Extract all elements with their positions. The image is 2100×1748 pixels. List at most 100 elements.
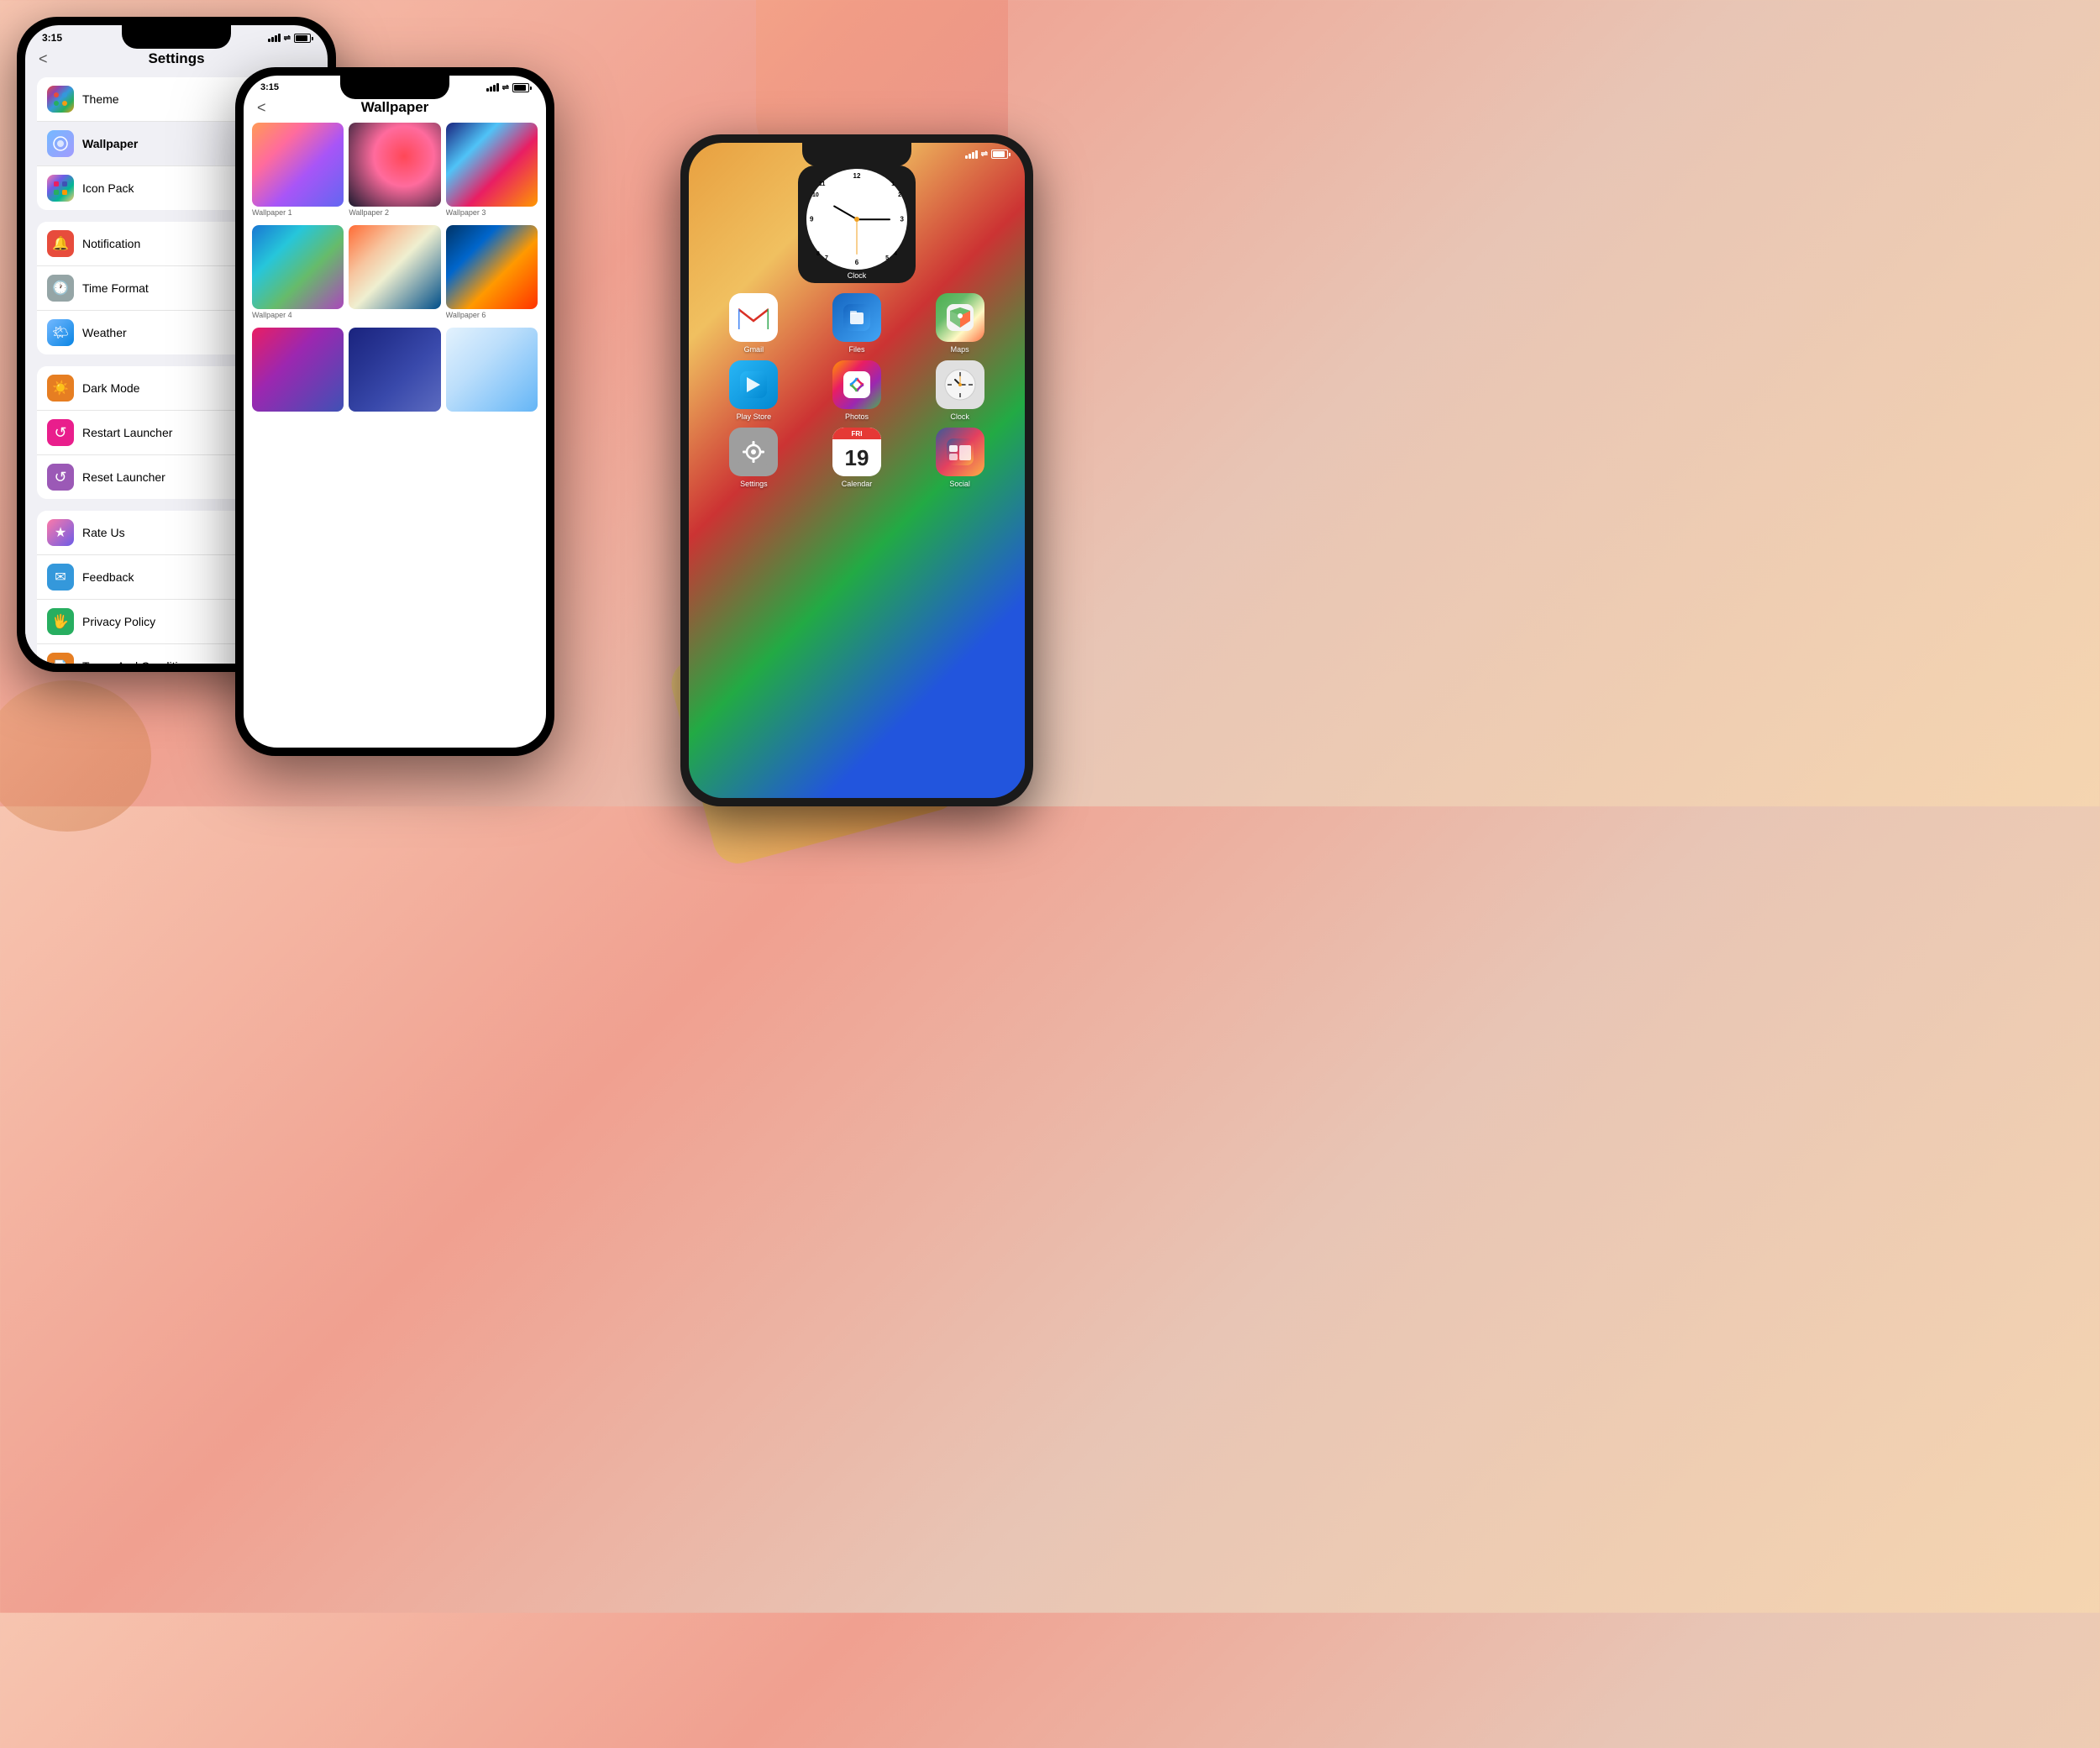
playstore-icon	[729, 360, 778, 409]
social-icon	[936, 428, 984, 476]
signal-home	[965, 150, 978, 159]
app-gmail[interactable]: Gmail	[724, 293, 783, 354]
calendar-icon: FRI 19	[832, 428, 881, 476]
app-social[interactable]: Social	[931, 428, 990, 488]
wallpaper-item-6[interactable]: Wallpaper 6	[446, 225, 538, 323]
wallpaper-thumb-7	[252, 328, 344, 412]
app-playstore[interactable]: Play Store	[724, 360, 783, 421]
battery-fill-wallpaper	[514, 85, 526, 91]
feedback-label: Feedback	[82, 570, 134, 584]
clock-num-7: 7	[825, 255, 828, 261]
terms-icon: 📄	[47, 653, 74, 664]
iconpack-label: Icon Pack	[82, 181, 134, 195]
phone-wallpaper: 3:15 ⇌ < Wallpaper Wallpaper 1	[235, 67, 554, 756]
wallpaper-label-9	[446, 412, 538, 417]
signal-bar-w3	[493, 85, 496, 92]
app-calendar[interactable]: FRI 19 Calendar	[827, 428, 886, 488]
wallpaper-item-7[interactable]	[252, 328, 344, 417]
clock-app-svg	[943, 368, 977, 402]
maps-svg	[947, 304, 974, 331]
clock-widget: 12 3 6 9 1 11 2 4 5 7 8 10	[798, 165, 916, 283]
feedback-icon: ✉	[47, 564, 74, 591]
signal-bar-w1	[486, 88, 489, 92]
clock-num-10: 10	[812, 192, 819, 198]
playstore-label: Play Store	[737, 412, 772, 421]
app-settings[interactable]: Settings	[724, 428, 783, 488]
calendar-inner: FRI 19	[832, 428, 881, 476]
wallpaper-label-1: Wallpaper 1	[252, 207, 344, 220]
wallpaper-item-4[interactable]: Wallpaper 4	[252, 225, 344, 323]
wallpaper-back-arrow[interactable]: <	[257, 99, 266, 117]
clock-num-1: 1	[891, 181, 895, 187]
wallpaper-grid: Wallpaper 1 Wallpaper 2 Wallpaper 3 Wall…	[244, 123, 546, 417]
timeformat-label: Time Format	[82, 281, 149, 295]
app-maps[interactable]: Maps	[931, 293, 990, 354]
wallpaper-item-9[interactable]	[446, 328, 538, 417]
battery-fill-home	[993, 151, 1005, 157]
battery-settings	[294, 34, 311, 43]
signal-bar-w2	[490, 87, 492, 92]
weather-icon: 🌤	[47, 319, 74, 346]
wallpaper-thumb-6	[446, 225, 538, 309]
settings-app-svg	[738, 437, 769, 467]
battery-fill-settings	[296, 35, 307, 41]
wallpaper-item-2[interactable]: Wallpaper 2	[349, 123, 440, 220]
battery-home	[991, 150, 1008, 159]
wallpaper-screen: 3:15 ⇌ < Wallpaper Wallpaper 1	[244, 76, 546, 748]
wallpaper-label-3: Wallpaper 3	[446, 207, 538, 220]
photos-svg	[843, 371, 870, 398]
notch-settings	[122, 25, 231, 49]
clock-num-5: 5	[885, 255, 889, 261]
feedback-icon-symbol: ✉	[55, 569, 66, 585]
wallpaper-label: Wallpaper	[82, 137, 138, 150]
wallpaper-item-8[interactable]	[349, 328, 440, 417]
status-icons-settings: ⇌	[268, 34, 311, 43]
wallpaper-label-8	[349, 412, 440, 417]
clock-min-hand	[857, 218, 890, 220]
calendar-month: FRI	[852, 430, 863, 438]
theme-label: Theme	[82, 92, 119, 106]
wallpaper-label-4: Wallpaper 4	[252, 309, 344, 323]
social-label: Social	[949, 480, 970, 488]
signal-bar-h3	[972, 152, 974, 159]
wallpaper-label-7	[252, 412, 344, 417]
darkmode-icon-symbol: ☀️	[52, 380, 69, 396]
timeformat-icon: 🕐	[47, 275, 74, 302]
weather-icon-symbol: 🌤	[52, 324, 69, 341]
wallpaper-thumb-3	[446, 123, 538, 207]
wallpaper-item-3[interactable]: Wallpaper 3	[446, 123, 538, 220]
app-photos[interactable]: Photos	[827, 360, 886, 421]
notch-home	[802, 143, 911, 166]
wallpaper-item-1[interactable]: Wallpaper 1	[252, 123, 344, 220]
signal-bar-2	[271, 37, 274, 42]
timeformat-icon-symbol: 🕐	[52, 280, 69, 297]
clock-app-icon	[936, 360, 984, 409]
settings-back-arrow[interactable]: <	[39, 50, 48, 68]
terms-icon-symbol: 📄	[53, 659, 67, 664]
calendar-header: FRI	[832, 428, 881, 439]
app-clock[interactable]: Clock	[931, 360, 990, 421]
wallpaper-page-title: Wallpaper	[361, 99, 429, 116]
settings-app-icon	[729, 428, 778, 476]
wallpaper-thumb-1	[252, 123, 344, 207]
maps-icon	[936, 293, 984, 342]
app-files[interactable]: Files	[827, 293, 886, 354]
rateus-label: Rate Us	[82, 526, 125, 539]
maps-label: Maps	[951, 345, 969, 354]
restart-icon-symbol: ↺	[54, 424, 66, 442]
home-app-row-3: Settings FRI 19 Calendar	[702, 428, 1011, 488]
settings-page-title: Settings	[148, 50, 204, 67]
clock-num-11: 11	[819, 181, 825, 187]
wallpaper-label-5	[349, 309, 440, 314]
calendar-day-container: 19	[832, 439, 881, 476]
darkmode-icon: ☀️	[47, 375, 74, 402]
playstore-svg	[740, 371, 767, 398]
privacy-label: Privacy Policy	[82, 615, 155, 628]
iconpack-icon	[47, 175, 74, 202]
wallpaper-item-5[interactable]	[349, 225, 440, 323]
clock-num-2: 2	[898, 192, 901, 198]
rateus-icon: ★	[47, 519, 74, 546]
clock-num-12: 12	[853, 172, 861, 180]
wallpaper-thumb-5	[349, 225, 440, 309]
files-icon	[832, 293, 881, 342]
